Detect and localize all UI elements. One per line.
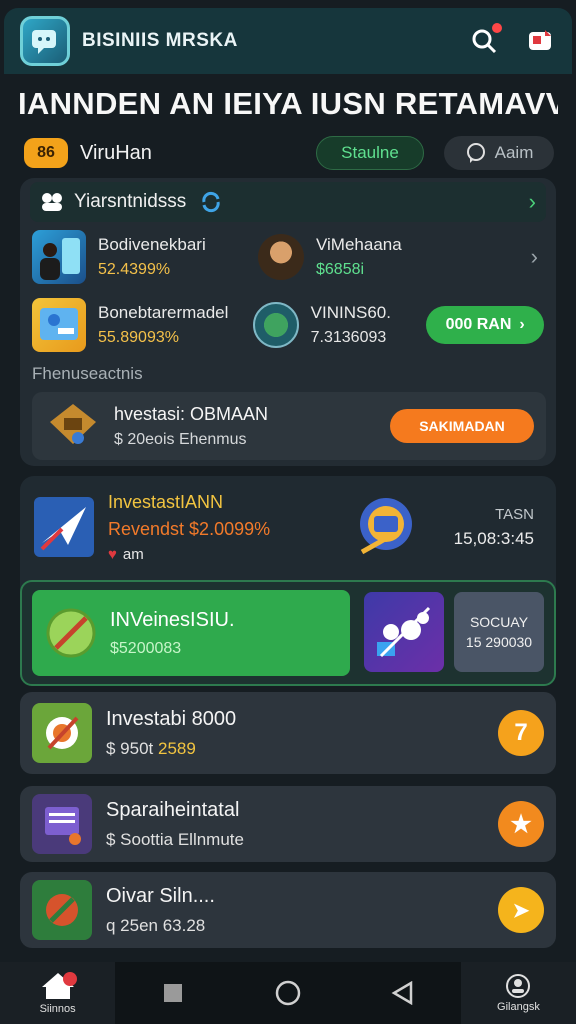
trader-name: VININS60. (310, 303, 391, 322)
avatar (258, 234, 304, 280)
compass-icon (252, 302, 299, 348)
heart-icon: ♥ (108, 545, 117, 563)
send-arrow-icon (34, 497, 94, 557)
trader-name: ViMehaana (316, 235, 402, 254)
list-item-title: Investabi 8000 (106, 707, 237, 730)
chat-button-label: Aaim (494, 143, 534, 162)
sync-icon[interactable] (200, 191, 222, 213)
nav-home[interactable]: Siinnos (0, 962, 116, 1024)
coin-icon (360, 498, 413, 555)
summary-label: TASN (495, 505, 534, 523)
chevron-right-icon: › (519, 316, 525, 333)
trader-row[interactable]: Bodivenekbari 52.4399% ViMehaana $6858i … (32, 222, 544, 292)
notification-icon[interactable] (524, 25, 556, 57)
list-item-title: Sparaiheintatal (106, 798, 240, 821)
featured-investment[interactable]: INVeinesISIU. $5200083 SOCUAY 15 290030 (20, 580, 556, 686)
panel-title: Yiarsntnidsss (74, 191, 187, 212)
go-button[interactable]: 000 RAN › (426, 306, 544, 344)
go-button-label: 000 RAN (445, 316, 512, 333)
user-bar: 86 ViruHan Staulne Aaim (24, 136, 554, 170)
chat-icon (466, 143, 485, 163)
list-item[interactable]: Oivar Siln.... q 25en 63.28 ➤ (20, 872, 556, 948)
page-headline: IANNDEN AN IEIYA IUSN RETAMAVV (18, 86, 558, 121)
square-icon (163, 984, 182, 1002)
trader-row[interactable]: Bonebtarermadel 55.89093% VININS60. 7.31… (32, 290, 544, 360)
trader-name: Bodivenekbari (98, 235, 206, 254)
featured-green-panel[interactable]: INVeinesISIU. $5200083 (32, 590, 350, 676)
summary-row[interactable]: InvestastIANN Revendst $2.0099% ♥ am TASN… (32, 488, 544, 566)
nav-home-button[interactable] (230, 962, 345, 1024)
investment-card[interactable]: hvestasi: OBMAAN $ 20eois Ehenmus SAKIMA… (32, 392, 546, 460)
panel-header[interactable]: Yiarsntnidsss › (30, 182, 546, 222)
profile-icon (506, 974, 531, 998)
summary-time: 15,08:3:45 (453, 528, 534, 548)
featured-title: INVeinesISIU. (110, 608, 235, 631)
no-entry-icon (46, 608, 96, 658)
nav-profile[interactable]: Gilangsk (460, 962, 576, 1024)
top-app-bar: BISINIIS MRSKA (4, 8, 572, 74)
chevron-right-icon[interactable]: › (529, 189, 536, 215)
trader-return: $6858i (316, 261, 365, 278)
summary-title: InvestastIANN (108, 491, 224, 512)
investment-title: hvestasi: OBMAAN (114, 403, 269, 424)
trader-name: Bonebtarermadel (98, 303, 229, 322)
list-item[interactable]: Sparaiheintatal $ Soottia Ellnmute ★ (20, 786, 556, 862)
list-item-badge[interactable]: ➤ (498, 887, 544, 933)
trader-thumbnail (32, 298, 86, 352)
bottom-navigation: Siinnos Gilangsk (0, 962, 576, 1024)
document-icon (32, 794, 92, 854)
summary-revenue: Revendst $2.0099% (108, 518, 271, 539)
circle-icon (275, 980, 301, 1006)
chat-button[interactable]: Aaim (444, 136, 554, 170)
search-icon[interactable] (468, 23, 502, 57)
app-title: BISINIIS MRSKA (82, 30, 238, 51)
chevron-right-icon[interactable]: › (531, 244, 538, 270)
list-item-badge[interactable]: 7 (498, 710, 544, 756)
trader-return: 52.4399% (98, 261, 171, 278)
list-item-subtitle: q 25en 63.28 (106, 915, 206, 935)
user-badge[interactable]: 86 (24, 138, 68, 168)
app-logo-icon[interactable] (20, 16, 70, 66)
investment-summary-card: InvestastIANN Revendst $2.0099% ♥ am TASN… (20, 476, 556, 686)
search-badge-dot (492, 23, 502, 33)
nav-profile-label: Gilangsk (497, 1001, 540, 1013)
nav-recents[interactable] (115, 962, 230, 1024)
home-icon (41, 972, 77, 999)
investment-subtitle: $ 20eois Ehenmus (114, 430, 247, 448)
trader-return: 7.3136093 (310, 329, 387, 346)
no-entry-icon (32, 880, 92, 940)
summary-tag: am (122, 545, 144, 563)
network-icon (364, 592, 444, 672)
section-label: Fhenuseactnis (32, 364, 143, 383)
nav-home-label: Siinnos (39, 1003, 76, 1015)
trader-thumbnail (32, 230, 86, 284)
list-item[interactable]: Investabi 8000 $ 950t 2589 7 (20, 692, 556, 774)
user-name: ViruHan (80, 141, 152, 164)
invest-button[interactable]: SAKIMADAN (390, 409, 534, 443)
traders-panel: Yiarsntnidsss › Bodivenekbari 52.4399% V… (20, 178, 556, 466)
status-button[interactable]: Staulne (316, 136, 424, 170)
list-item-subtitle: $ 950t (106, 738, 158, 758)
featured-stat-box: SOCUAY 15 290030 (454, 592, 544, 672)
featured-value: $5200083 (110, 639, 182, 657)
vault-icon (50, 404, 96, 444)
trader-return: 55.89093% (98, 329, 179, 346)
back-triangle-icon (391, 981, 413, 1005)
list-item-badge[interactable]: ★ (498, 801, 544, 847)
target-icon (32, 703, 92, 763)
featured-stat-label: SOCUAY (469, 614, 529, 630)
featured-stat-value: 15 290030 (465, 634, 533, 650)
list-item-title: Oivar Siln.... (106, 884, 215, 907)
nav-back[interactable] (346, 962, 461, 1024)
group-icon (42, 193, 62, 211)
list-item-subtitle: $ Soottia Ellnmute (106, 829, 244, 849)
list-item-highlight: 2589 (158, 738, 196, 758)
